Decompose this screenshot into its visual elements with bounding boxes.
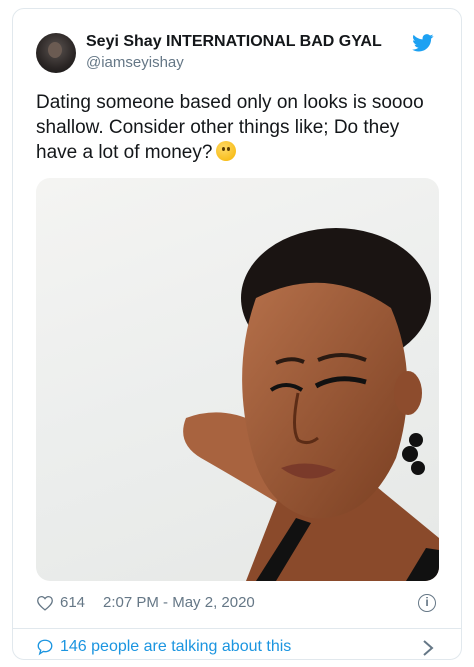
- conversation-link[interactable]: 146 people are talking about this: [36, 638, 291, 656]
- info-icon[interactable]: i: [418, 594, 436, 612]
- tweet-text: Dating someone based only on looks is so…: [36, 90, 436, 165]
- portrait-image: [183, 228, 439, 581]
- tweet-meta: 614 2:07 PM - May 2, 2020: [36, 594, 255, 611]
- like-count[interactable]: 614: [60, 594, 85, 611]
- thinking-face-icon: [216, 141, 237, 161]
- twitter-bird-icon[interactable]: [410, 34, 436, 52]
- tweet-timestamp[interactable]: 2:07 PM - May 2, 2020: [103, 594, 255, 611]
- display-name[interactable]: Seyi Shay INTERNATIONAL BAD GYAL: [86, 33, 382, 51]
- chevron-right-icon[interactable]: [421, 638, 435, 658]
- speech-bubble-icon: [37, 639, 53, 656]
- heart-icon[interactable]: [36, 595, 54, 611]
- tweet-photo[interactable]: [36, 178, 439, 581]
- user-handle[interactable]: @iamseyishay: [86, 54, 184, 71]
- divider: [12, 628, 462, 629]
- talking-count-text: 146 people are talking about this: [60, 638, 292, 655]
- avatar[interactable]: [36, 33, 76, 73]
